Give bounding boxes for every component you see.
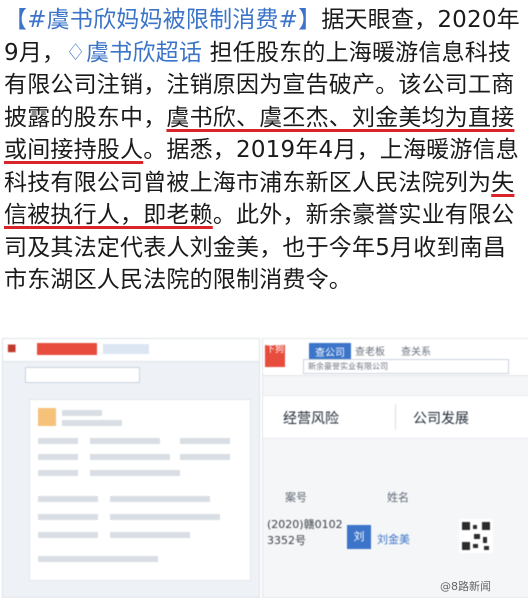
tab-company: 查公司 bbox=[309, 343, 351, 360]
row bbox=[38, 438, 78, 444]
col-header-name: 姓名 bbox=[387, 491, 409, 504]
left-topbar: ■ bbox=[3, 339, 259, 362]
person-avatar: 刘 bbox=[347, 525, 371, 549]
row bbox=[90, 470, 180, 476]
diamond-icon: ♢ bbox=[65, 39, 87, 66]
row bbox=[38, 514, 98, 520]
row bbox=[38, 470, 78, 476]
row bbox=[38, 454, 78, 460]
row bbox=[180, 454, 230, 460]
app-badge: 下狗 bbox=[265, 345, 285, 367]
row bbox=[38, 496, 98, 502]
row bbox=[110, 514, 220, 520]
row bbox=[38, 556, 158, 562]
left-info-card bbox=[29, 399, 251, 581]
weibo-watermark: @8路新闻 bbox=[440, 580, 491, 593]
row bbox=[38, 532, 98, 538]
row bbox=[90, 454, 170, 460]
section-bar: 经营风险 公司发展 bbox=[263, 395, 528, 439]
left-search-input bbox=[25, 367, 140, 383]
post-text-block: 【#虞书欣妈妈被限制消费#】据天眼查，2020年9月，♢虞书欣超话 担任股东的上… bbox=[0, 0, 528, 335]
case-number-line-2: 3352号 bbox=[267, 534, 306, 547]
row bbox=[110, 496, 210, 502]
company-search-field: 新余豪誉实业有限公司 bbox=[303, 359, 509, 374]
col-header-case: 案号 bbox=[285, 491, 307, 504]
row bbox=[62, 410, 102, 416]
hashtag-link[interactable]: 【#虞书欣妈妈被限制消费#】 bbox=[4, 7, 321, 33]
screenshot-gallery: ■ 下狗 查公司 查老板 查关系 新余豪誉实业有限公司 经营风险 公司发展 案号… bbox=[0, 338, 528, 598]
left-red-banner bbox=[37, 343, 97, 355]
post-paragraph: 【#虞书欣妈妈被限制消费#】据天眼查，2020年9月，♢虞书欣超话 担任股东的上… bbox=[4, 4, 524, 297]
left-screenshot-image[interactable]: ■ bbox=[2, 338, 260, 598]
case-number: (2020)赣0102 3352号 bbox=[267, 517, 343, 549]
section-risk: 经营风险 bbox=[283, 411, 339, 427]
row bbox=[90, 438, 160, 444]
case-number-line-1: (2020)赣0102 bbox=[267, 518, 343, 531]
super-topic-link[interactable]: ♢虞书欣超话 bbox=[65, 40, 202, 66]
super-topic-label: 虞书欣超话 bbox=[86, 39, 203, 66]
row bbox=[110, 532, 190, 538]
section-divider bbox=[395, 404, 396, 430]
section-development: 公司发展 bbox=[413, 411, 469, 427]
qr-code-icon bbox=[459, 519, 493, 553]
row bbox=[180, 438, 230, 444]
left-avatar bbox=[38, 408, 56, 426]
right-topbar: 下狗 查公司 查老板 查关系 新余豪誉实业有限公司 bbox=[263, 339, 528, 376]
tab-boss: 查老板 bbox=[355, 347, 385, 358]
tab-relation: 查关系 bbox=[401, 347, 431, 358]
left-logo: ■ bbox=[7, 343, 17, 354]
row bbox=[62, 420, 122, 426]
person-name: 刘金美 bbox=[377, 533, 410, 546]
right-screenshot-image[interactable]: 下狗 查公司 查老板 查关系 新余豪誉实业有限公司 经营风险 公司发展 案号 姓… bbox=[262, 338, 528, 598]
left-blue-banner bbox=[103, 344, 149, 354]
